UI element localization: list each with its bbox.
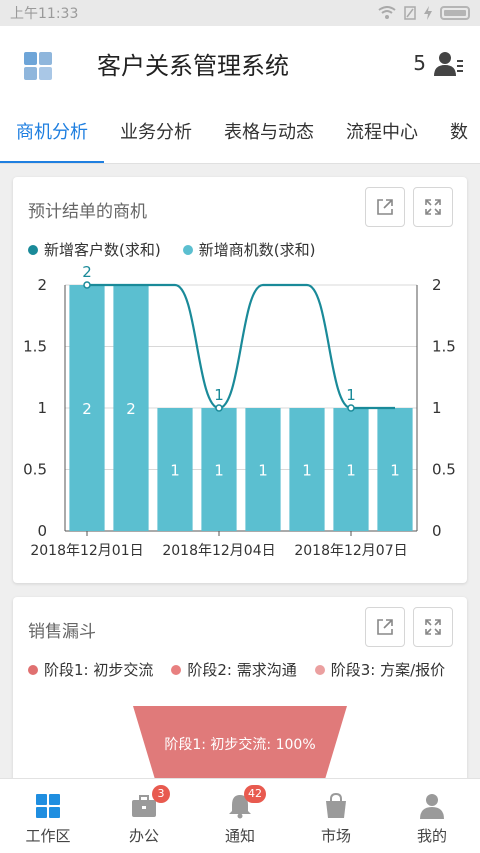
y-tick-label-left: 0.5 bbox=[23, 461, 47, 479]
expected-deals-card: 预计结单的商机 新增客户数(求和) 新增商机数(求和) 0 0 0.5 0.5 1 1 1.… bbox=[13, 177, 467, 583]
y-tick-label-right: 0.5 bbox=[432, 461, 456, 479]
bar-value-label: 2 bbox=[82, 400, 92, 418]
person-icon bbox=[420, 794, 444, 819]
funnel-legend: 阶段1: 初步交流 阶段2: 需求沟通 阶段3: 方案/报价 bbox=[28, 659, 445, 680]
funnel-stage-label: 阶段1: 初步交流: 100% bbox=[164, 737, 316, 753]
chart-legend: 新增客户数(求和) 新增商机数(求和) bbox=[28, 239, 315, 260]
legend-dot bbox=[314, 664, 325, 675]
briefcase-icon-wrap: 3 bbox=[130, 785, 170, 819]
bar-value-label: 1 bbox=[170, 462, 180, 480]
online-user-count[interactable]: 5 bbox=[413, 51, 426, 75]
nav-profile[interactable]: 我的 bbox=[384, 779, 480, 853]
legend-label: 新增商机数(求和) bbox=[198, 241, 316, 259]
legend-label: 新增客户数(求和) bbox=[44, 241, 161, 259]
fullscreen-button[interactable] bbox=[413, 607, 453, 647]
y-tick-label-left: 2 bbox=[37, 276, 47, 294]
y-tick-label-right: 1 bbox=[432, 399, 442, 417]
office-badge: 3 bbox=[152, 785, 170, 803]
bar-value-label: 1 bbox=[214, 462, 224, 480]
battery-icon bbox=[440, 6, 470, 20]
tab-opportunity-analysis[interactable]: 商机分析 bbox=[0, 104, 104, 163]
legend-label: 阶段2: 需求沟通 bbox=[187, 661, 297, 679]
y-tick-label-right: 0 bbox=[432, 522, 442, 540]
fullscreen-button[interactable] bbox=[413, 187, 453, 227]
nav-label: 工作区 bbox=[25, 827, 71, 845]
card-title: 预计结单的商机 bbox=[28, 202, 147, 222]
legend-label: 阶段3: 方案/报价 bbox=[330, 661, 446, 679]
x-tick-label: 2018年12月01日 bbox=[30, 543, 143, 559]
status-icons bbox=[378, 6, 470, 20]
nav-label: 办公 bbox=[128, 827, 159, 845]
line-value-label: 2 bbox=[82, 265, 92, 281]
legend-item-new-customers[interactable]: 新增客户数(求和) bbox=[28, 239, 161, 260]
bar-value-label: 1 bbox=[390, 462, 400, 480]
shopping-bag-icon bbox=[326, 793, 346, 818]
y-tick-label-left: 1 bbox=[37, 399, 47, 417]
grid-icon bbox=[36, 794, 60, 818]
x-tick-label: 2018年12月04日 bbox=[162, 543, 275, 559]
bar-value-label: 1 bbox=[258, 462, 268, 480]
nav-market[interactable]: 市场 bbox=[288, 779, 384, 853]
open-external-button[interactable] bbox=[365, 607, 405, 647]
legend-item-new-opportunities[interactable]: 新增商机数(求和) bbox=[182, 239, 316, 260]
bell-icon-wrap: 42 bbox=[226, 785, 266, 819]
legend-label: 阶段1: 初步交流 bbox=[44, 661, 154, 679]
status-time: 上午11:33 bbox=[10, 6, 79, 22]
legend-dot bbox=[28, 664, 38, 675]
open-external-button[interactable] bbox=[365, 187, 405, 227]
tab-bar: 商机分析 业务分析 表格与动态 流程中心 数 bbox=[0, 104, 480, 164]
status-bar: 上午11:33 bbox=[0, 0, 480, 26]
y-tick-label-left: 1.5 bbox=[23, 338, 47, 356]
sales-funnel-card: 销售漏斗 阶段1: 初步交流 阶段2: 需求沟通 阶段3: 方案/报价 阶段1:… bbox=[13, 597, 467, 782]
app-title: 客户关系管理系统 bbox=[97, 52, 289, 80]
bar-value-label: 1 bbox=[346, 462, 356, 480]
app-header: 客户关系管理系统 5 bbox=[0, 26, 480, 104]
line-point bbox=[83, 281, 91, 289]
external-link-icon bbox=[377, 619, 393, 635]
bar-value-label: 2 bbox=[126, 400, 136, 418]
combo-chart: 0 0 0.5 0.5 1 1 1.5 1.5 2 2 2 2 1 1 1 1 1 1 2018年12月01日 201… bbox=[23, 265, 456, 559]
tab-tables-activity[interactable]: 表格与动态 bbox=[208, 104, 330, 163]
charging-icon bbox=[424, 6, 432, 20]
line-value-label: 1 bbox=[346, 386, 356, 404]
legend-item-stage3[interactable]: 阶段3: 方案/报价 bbox=[314, 659, 446, 680]
card-title: 销售漏斗 bbox=[28, 622, 96, 642]
y-tick-label-right: 1.5 bbox=[432, 338, 456, 356]
nav-notifications[interactable]: 42 通知 bbox=[192, 779, 288, 853]
expand-icon bbox=[425, 619, 441, 635]
tab-process-center[interactable]: 流程中心 bbox=[330, 104, 434, 163]
line-value-label: 1 bbox=[214, 386, 224, 404]
users-list-icon[interactable] bbox=[434, 51, 464, 77]
sim-icon bbox=[404, 6, 416, 20]
tab-business-analysis[interactable]: 业务分析 bbox=[104, 104, 208, 163]
expand-icon bbox=[425, 199, 441, 215]
nav-label: 市场 bbox=[320, 827, 351, 845]
nav-label: 通知 bbox=[224, 827, 255, 845]
bar-value-label: 1 bbox=[302, 462, 312, 480]
y-tick-label-left: 0 bbox=[37, 522, 47, 540]
y-tick-label-right: 2 bbox=[432, 276, 442, 294]
line-point bbox=[347, 404, 355, 412]
nav-label: 我的 bbox=[416, 827, 447, 845]
legend-item-stage2[interactable]: 阶段2: 需求沟通 bbox=[171, 659, 297, 680]
bottom-nav: 工作区 3 办公 42 通知 市场 我的 bbox=[0, 778, 480, 853]
tab-data[interactable]: 数 bbox=[434, 104, 480, 163]
line-point bbox=[215, 404, 223, 412]
notifications-badge: 42 bbox=[244, 785, 266, 803]
wifi-icon bbox=[378, 6, 396, 19]
app-grid-icon[interactable] bbox=[24, 52, 52, 80]
x-tick-label: 2018年12月07日 bbox=[294, 543, 407, 559]
legend-dot bbox=[171, 664, 182, 675]
legend-item-stage1[interactable]: 阶段1: 初步交流 bbox=[28, 659, 153, 680]
nav-workspace[interactable]: 工作区 bbox=[0, 779, 96, 853]
legend-dot bbox=[182, 244, 193, 255]
nav-office[interactable]: 3 办公 bbox=[96, 779, 192, 853]
legend-dot bbox=[28, 244, 38, 255]
external-link-icon bbox=[377, 199, 393, 215]
